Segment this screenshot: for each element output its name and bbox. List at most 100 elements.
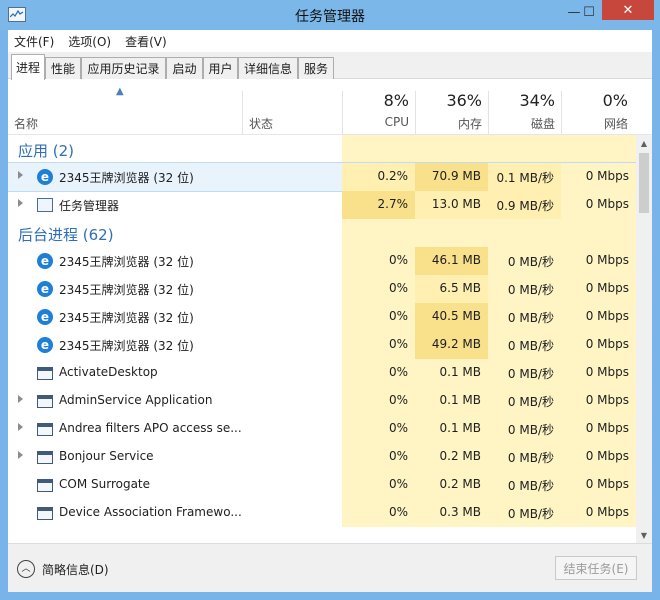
memory-value: 6.5 MB — [439, 281, 481, 295]
memory-value: 40.5 MB — [431, 309, 481, 323]
memory-value: 0.3 MB — [439, 505, 481, 519]
column-disk[interactable]: 磁盘 — [488, 115, 555, 132]
tab-app-history[interactable]: 应用历史记录 — [81, 57, 166, 79]
process-row[interactable]: AdminService Application 0% 0.1 MB 0 MB/秒 0 … — [8, 387, 636, 415]
expand-arrow-icon[interactable] — [18, 395, 23, 403]
menu-bar: 文件(F) 选项(O) 查看(V) — [8, 30, 652, 52]
expand-arrow-icon[interactable] — [18, 451, 23, 459]
process-row[interactable]: e 2345王牌浏览器 (32 位) 0.2% 70.9 MB 0.1 MB/秒 0 Mb… — [8, 162, 636, 192]
task-manager-icon — [37, 198, 53, 212]
window-app-icon — [37, 395, 53, 408]
process-name: Andrea filters APO access se... — [59, 421, 242, 435]
disk-value: 0 MB/秒 — [507, 395, 554, 409]
cpu-value: 0% — [388, 365, 408, 379]
network-total[interactable]: 0% — [561, 91, 628, 110]
network-value: 0 Mbps — [585, 169, 629, 183]
network-value: 0 Mbps — [585, 393, 629, 407]
column-cpu[interactable]: CPU — [342, 115, 409, 129]
fewer-details-link[interactable]: 简略信息(D) — [42, 561, 109, 578]
process-name: Device Association Framewo... — [59, 505, 242, 519]
column-network[interactable]: 网络 — [561, 115, 628, 132]
memory-value: 46.1 MB — [431, 253, 481, 267]
process-row[interactable]: e 2345王牌浏览器 (32 位) 0% 6.5 MB 0 MB/秒 0 Mbps — [8, 275, 636, 303]
network-value: 0 Mbps — [585, 449, 629, 463]
network-value: 0 Mbps — [585, 421, 629, 435]
expand-arrow-icon[interactable] — [18, 423, 23, 431]
vertical-scrollbar[interactable]: ▲ ▼ — [636, 135, 652, 543]
browser-e-icon: e — [37, 337, 53, 353]
group-header-background: 后台进程 (62) — [8, 219, 636, 247]
memory-value: 49.2 MB — [431, 337, 481, 351]
menu-file[interactable]: 文件(F) — [14, 33, 54, 50]
cpu-total[interactable]: 8% — [342, 91, 409, 110]
memory-total[interactable]: 36% — [415, 91, 482, 110]
memory-value: 0.2 MB — [439, 449, 481, 463]
heat-cell — [561, 219, 636, 247]
browser-e-icon: e — [37, 309, 53, 325]
group-title: 应用 (2) — [18, 142, 75, 160]
chevron-up-icon[interactable]: ︿ — [17, 560, 35, 578]
network-value: 0 Mbps — [585, 309, 629, 323]
window-app-icon — [37, 367, 53, 380]
footer-bar: ︿ 简略信息(D) 结束任务(E) — [8, 543, 652, 592]
disk-value: 0 MB/秒 — [507, 367, 554, 381]
process-name: Bonjour Service — [59, 449, 154, 463]
menu-options[interactable]: 选项(O) — [68, 33, 111, 50]
tab-services[interactable]: 服务 — [298, 57, 334, 79]
process-row[interactable]: COM Surrogate 0% 0.2 MB 0 MB/秒 0 Mbps — [8, 471, 636, 499]
disk-value: 0 MB/秒 — [507, 283, 554, 297]
maximize-button[interactable]: ☐ — [578, 2, 600, 22]
column-name[interactable]: 名称 — [14, 115, 38, 132]
column-divider[interactable] — [242, 91, 243, 135]
cpu-value: 0% — [388, 449, 408, 463]
scroll-up-arrow-icon[interactable]: ▲ — [636, 135, 652, 151]
process-list[interactable]: 应用 (2) e 2345王牌浏览器 (32 位) 0.2% 70.9 MB 0.1 MB… — [8, 135, 636, 543]
disk-value: 0 MB/秒 — [507, 255, 554, 269]
expand-arrow-icon[interactable] — [18, 199, 23, 207]
process-name: 任务管理器 — [59, 199, 120, 213]
process-name: 2345王牌浏览器 (32 位) — [59, 171, 194, 185]
disk-value: 0 MB/秒 — [507, 451, 554, 465]
column-memory[interactable]: 内存 — [415, 115, 482, 132]
tab-performance[interactable]: 性能 — [45, 57, 81, 79]
task-manager-window: 任务管理器 — ☐ ✕ 文件(F) 选项(O) 查看(V) 进程 性能 应用历史… — [0, 0, 660, 600]
heat-cell — [342, 219, 415, 247]
end-task-button[interactable]: 结束任务(E) — [555, 556, 637, 580]
process-row[interactable]: Andrea filters APO access se... 0% 0.1 MB 0… — [8, 415, 636, 443]
network-value: 0 Mbps — [585, 365, 629, 379]
column-status[interactable]: 状态 — [249, 115, 273, 132]
window-app-icon — [37, 423, 53, 436]
process-name: 2345王牌浏览器 (32 位) — [59, 283, 194, 297]
cpu-value: 0.2% — [377, 169, 409, 183]
scroll-down-arrow-icon[interactable]: ▼ — [636, 527, 652, 543]
disk-total[interactable]: 34% — [488, 91, 555, 110]
disk-value: 0 MB/秒 — [507, 423, 554, 437]
expand-arrow-icon[interactable] — [18, 171, 23, 179]
process-row[interactable]: Device Association Framewo... 0% 0.3 MB 0 M… — [8, 499, 636, 527]
tab-details[interactable]: 详细信息 — [238, 57, 298, 79]
process-row[interactable]: ActivateDesktop 0% 0.1 MB 0 MB/秒 0 Mbps — [8, 359, 636, 387]
disk-value: 0 MB/秒 — [507, 311, 554, 325]
menu-view[interactable]: 查看(V) — [125, 33, 167, 50]
tab-startup[interactable]: 启动 — [166, 57, 203, 79]
heat-cell — [488, 219, 561, 247]
memory-value: 0.1 MB — [439, 421, 481, 435]
tab-bar: 进程 性能 应用历史记录 启动 用户 详细信息 服务 — [8, 52, 652, 80]
process-name: COM Surrogate — [59, 477, 151, 491]
cpu-value: 0% — [388, 477, 408, 491]
group-title: 后台进程 (62) — [18, 226, 114, 244]
process-name: AdminService Application — [59, 393, 213, 407]
tab-processes[interactable]: 进程 — [11, 54, 45, 80]
column-header: ▲ 名称 状态 8% CPU 36% 内存 34% 磁盘 0% 网络 — [8, 79, 652, 135]
process-row[interactable]: e 2345王牌浏览器 (32 位) 0% 46.1 MB 0 MB/秒 0 Mbps — [8, 247, 636, 275]
process-row[interactable]: 任务管理器 2.7% 13.0 MB 0.9 MB/秒 0 Mbps — [8, 191, 636, 219]
memory-value: 0.2 MB — [439, 477, 481, 491]
process-row[interactable]: Bonjour Service 0% 0.2 MB 0 MB/秒 0 Mbps — [8, 443, 636, 471]
sort-ascending-icon: ▲ — [116, 86, 124, 97]
process-row[interactable]: e 2345王牌浏览器 (32 位) 0% 40.5 MB 0 MB/秒 0 Mbps — [8, 303, 636, 331]
scrollbar-thumb[interactable] — [639, 153, 649, 213]
process-row[interactable]: e 2345王牌浏览器 (32 位) 0% 49.2 MB 0 MB/秒 0 Mbps — [8, 331, 636, 359]
close-button[interactable]: ✕ — [602, 0, 654, 20]
title-bar[interactable]: 任务管理器 — ☐ ✕ — [0, 0, 660, 30]
tab-users[interactable]: 用户 — [203, 57, 238, 79]
